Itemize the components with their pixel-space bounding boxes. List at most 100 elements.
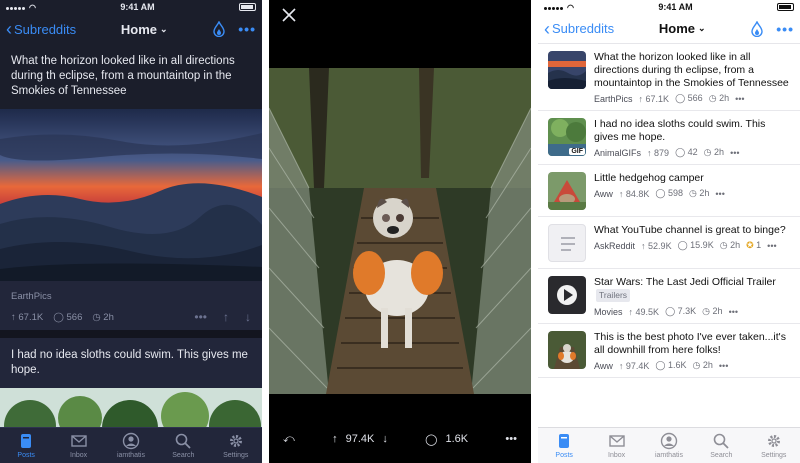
feed-title-dropdown[interactable]: Home ⌄ [659, 21, 706, 36]
status-bar: ◠ 9:41 AM [0, 0, 262, 14]
thumbnail[interactable] [548, 51, 586, 89]
upvote-button[interactable]: ↑ [332, 433, 338, 445]
status-time: 9:41 AM [120, 2, 155, 12]
thumbnail[interactable] [548, 172, 586, 210]
back-button[interactable]: ‹ Subreddits [6, 20, 76, 38]
post-title[interactable]: What the horizon looked like in all dire… [0, 44, 262, 109]
post-title[interactable]: What YouTube channel is great to binge? [594, 224, 792, 237]
text-post-icon [561, 237, 575, 251]
post-title[interactable]: This is the best photo I've ever taken..… [594, 331, 792, 357]
image-viewer-screen: ⤺ ↑ 97.4K ↓ ◯ 1.6K ••• [269, 0, 531, 463]
clock-icon: ◷ [702, 306, 711, 316]
post-title[interactable]: I had no idea sloths could swim. This gi… [594, 118, 792, 144]
subreddit-name[interactable]: Aww [594, 361, 613, 371]
post-title[interactable]: I had no idea sloths could swim. This gi… [0, 338, 262, 388]
tab-account[interactable]: iamthatis [107, 432, 155, 459]
feed-title-dropdown[interactable]: Home ⌄ [121, 22, 168, 37]
subreddit-name[interactable]: EarthPics [594, 94, 633, 104]
tab-label: Search [710, 452, 733, 459]
thumbnail[interactable]: GIF [548, 118, 586, 156]
subreddit-name[interactable]: AnimalGIFs [594, 148, 641, 158]
list-item[interactable]: What YouTube channel is great to binge? … [538, 217, 800, 269]
tab-label: Inbox [70, 452, 88, 459]
sort-hot-icon[interactable] [750, 20, 764, 37]
subreddit-name[interactable]: Aww [594, 189, 613, 199]
subreddit-name[interactable]: EarthPics [11, 291, 251, 302]
light-list-screen: ◠ 9:41 AM ‹ Subreddits Home ⌄ ••• What the… [538, 0, 800, 463]
upvote-count: 52.9K [648, 240, 672, 251]
comment-count: 598 [667, 188, 684, 198]
subreddit-name[interactable]: Movies [594, 307, 623, 317]
tab-inbox[interactable]: Inbox [55, 432, 103, 459]
upvote-count: 97.4K [345, 433, 375, 445]
more-button[interactable]: ••• [767, 241, 776, 251]
signal-icon [544, 2, 564, 12]
upvote-count: 67.1K [645, 93, 670, 104]
tab-search[interactable]: Search [697, 432, 745, 459]
tab-label: iamthatis [116, 452, 145, 459]
post-age: 2h [730, 240, 741, 250]
list-item[interactable]: This is the best photo I've ever taken..… [538, 324, 800, 378]
tab-posts[interactable]: Posts [540, 432, 588, 459]
tab-label: iamthatis [654, 452, 683, 459]
list-item[interactable]: Little hedgehog camper Aww ↑ 84.8K ◯ 598… [538, 165, 800, 217]
more-button[interactable]: ••• [719, 361, 728, 371]
close-icon[interactable] [281, 7, 297, 23]
downvote-button[interactable]: ↓ [382, 433, 388, 445]
upvote-arrow-icon: ↑ [11, 311, 16, 323]
chevron-left-icon: ‹ [544, 18, 550, 39]
more-button[interactable]: ••• [194, 310, 207, 324]
post-age: 2h [103, 311, 114, 323]
back-button[interactable]: ‹ Subreddits [544, 20, 614, 38]
more-button[interactable]: ••• [715, 189, 724, 199]
status-bar: ◠ 9:41 AM [538, 0, 800, 14]
thumbnail-hedgehog [548, 172, 586, 210]
more-button[interactable]: ••• [735, 94, 744, 104]
comment-icon[interactable]: ◯ [425, 433, 437, 446]
upvote-count: 49.5K [635, 306, 660, 317]
sort-hot-icon[interactable] [212, 21, 226, 37]
list-item[interactable]: Star Wars: The Last Jedi Official Traile… [538, 269, 800, 324]
thumbnail[interactable] [548, 331, 586, 369]
tab-settings[interactable]: Settings [750, 432, 798, 459]
dark-feed-screen: ◠ 9:41 AM ‹ Subreddits Home ⌄ ••• What the… [0, 0, 262, 463]
upvote-arrow-icon: ↑ [641, 240, 646, 251]
tab-label: Posts [17, 452, 35, 459]
thumbnail-sunset-mountains [548, 51, 586, 89]
tab-settings[interactable]: Settings [212, 432, 260, 459]
gold-count: 1 [756, 240, 762, 250]
inbox-icon [608, 435, 625, 447]
list-item[interactable]: GIF I had no idea sloths could swim. Thi… [538, 111, 800, 165]
search-icon [176, 433, 191, 449]
divider [0, 330, 262, 338]
more-button[interactable]: ••• [729, 307, 738, 317]
tab-inbox[interactable]: Inbox [593, 432, 641, 459]
comment-count[interactable]: 1.6K [445, 433, 468, 445]
back-label: Subreddits [552, 21, 615, 36]
post-card[interactable]: What the horizon looked like in all dire… [0, 44, 262, 330]
more-button[interactable]: ••• [505, 433, 517, 445]
more-options-button[interactable]: ••• [238, 21, 256, 37]
list-item[interactable]: What the horizon looked like in all dire… [538, 44, 800, 111]
comment-icon: ◯ [675, 93, 686, 103]
tab-label: Posts [555, 452, 573, 459]
upvote-button[interactable]: ↑ [223, 310, 229, 324]
clock-icon: ◷ [719, 240, 728, 250]
post-title[interactable]: Star Wars: The Last Jedi Official Traile… [594, 276, 776, 288]
more-options-button[interactable]: ••• [776, 21, 794, 37]
share-icon[interactable]: ⤺ [283, 433, 295, 446]
gear-icon [229, 435, 242, 447]
search-icon [714, 433, 729, 449]
post-image-sunset-mountains[interactable] [0, 109, 262, 281]
thumbnail[interactable] [548, 224, 586, 262]
post-title[interactable]: What the horizon looked like in all dire… [594, 51, 792, 90]
subreddit-name[interactable]: AskReddit [594, 241, 635, 251]
post-title[interactable]: Little hedgehog camper [594, 172, 792, 185]
more-button[interactable]: ••• [730, 148, 739, 158]
thumbnail[interactable] [548, 276, 586, 314]
fullscreen-image-dog-on-bridge[interactable] [269, 68, 531, 394]
tab-posts[interactable]: Posts [2, 432, 50, 459]
tab-account[interactable]: iamthatis [645, 432, 693, 459]
tab-search[interactable]: Search [159, 432, 207, 459]
downvote-button[interactable]: ↓ [245, 310, 251, 324]
